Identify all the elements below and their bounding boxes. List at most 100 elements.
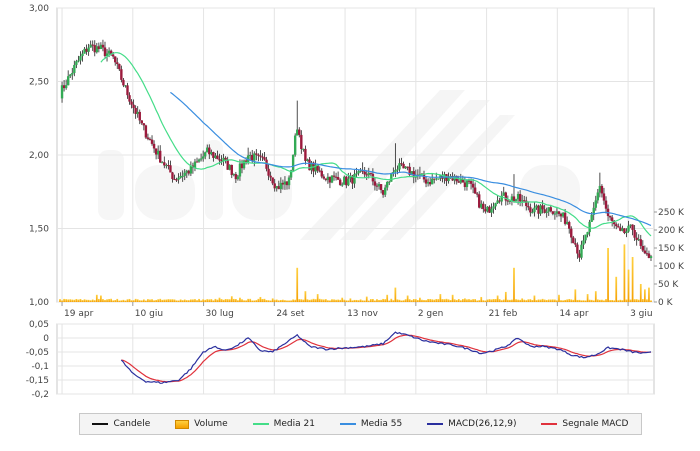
candle-body — [447, 177, 450, 182]
volume-bar — [97, 298, 100, 302]
candle-body — [518, 194, 522, 202]
candle-body — [602, 193, 606, 201]
volume-bar — [234, 299, 237, 302]
volume-bar — [384, 299, 387, 302]
volume-bar — [509, 299, 511, 302]
candle-body — [77, 60, 80, 62]
candle-body — [463, 182, 467, 188]
candle-body — [259, 155, 262, 157]
candle-body — [373, 181, 377, 186]
candle-body — [322, 176, 326, 179]
candle-body — [641, 245, 645, 251]
candle-body — [520, 200, 524, 202]
volume-bar — [181, 300, 184, 302]
volume-bar — [643, 289, 646, 302]
candle-body — [159, 150, 162, 163]
candle-body — [60, 85, 64, 99]
volume-bar — [187, 300, 190, 302]
volume-bar — [167, 299, 170, 302]
volume-bar — [251, 300, 254, 302]
volume-bar — [134, 298, 137, 302]
candle-body — [480, 203, 483, 208]
candle-body — [435, 178, 438, 180]
candle-body — [253, 153, 256, 161]
candle-body — [140, 120, 143, 124]
volume-bar — [290, 300, 292, 302]
volume-bar — [398, 299, 401, 302]
volume-bar — [343, 299, 346, 302]
candle-body — [101, 44, 105, 48]
candle-body — [545, 211, 548, 213]
candle-body — [482, 203, 485, 210]
candle-body — [296, 129, 299, 136]
volume-bar — [89, 300, 92, 302]
volume-bar — [124, 300, 127, 302]
volume-bar — [590, 299, 593, 302]
candle-body — [508, 200, 512, 202]
volume-bar — [558, 294, 560, 302]
candle-body — [555, 211, 559, 214]
volume-axis: 250 K 200 K 150 K 100 K 50 K 0 K — [654, 208, 685, 308]
candle-body — [93, 45, 96, 53]
volume-bar — [304, 291, 307, 302]
volume-bar — [263, 298, 266, 302]
volume-bar — [517, 299, 519, 302]
candle-body — [320, 170, 323, 177]
candle-body — [471, 183, 475, 188]
candle-body — [210, 152, 213, 155]
volume-bar — [275, 299, 278, 302]
volume-bar — [394, 287, 397, 302]
candle-body — [275, 186, 278, 189]
volume-bar — [562, 300, 564, 302]
volume-bar — [192, 299, 194, 302]
volume-bar — [521, 298, 524, 302]
volume-bar — [359, 299, 362, 302]
candle-body — [226, 159, 229, 170]
volume-bar — [83, 299, 86, 302]
volume-bar — [165, 299, 168, 302]
volume-bar — [554, 299, 556, 302]
candle-body — [318, 170, 321, 172]
volume-bar — [549, 299, 552, 302]
candle-body — [132, 104, 135, 108]
candle-body — [580, 244, 583, 258]
volume-bar — [224, 299, 227, 302]
volume-tick-label: 150 K — [658, 244, 685, 254]
volume-bar — [145, 300, 147, 302]
volume-bar — [245, 300, 247, 302]
candle-body — [152, 143, 156, 149]
candle-body — [248, 154, 252, 156]
candle-body — [218, 159, 221, 161]
volume-bar — [621, 300, 624, 302]
candle-body — [99, 44, 103, 50]
volume-bar — [425, 300, 427, 302]
candle-body — [150, 139, 154, 144]
legend-label: Media 21 — [273, 419, 315, 429]
volume-bar — [607, 248, 609, 302]
volume-bar — [648, 287, 650, 302]
volume-bar — [603, 300, 605, 302]
volume-bar — [71, 299, 74, 302]
legend-swatch — [175, 419, 190, 429]
macd-tick-label: -0,2 — [31, 390, 49, 400]
candle-body — [355, 173, 358, 175]
candle-body — [300, 134, 303, 150]
volume-bar — [210, 299, 213, 302]
volume-bar — [322, 299, 325, 302]
volume-bar — [183, 299, 186, 302]
candle-body — [304, 148, 307, 161]
volume-bar — [136, 299, 139, 302]
volume-bar — [345, 300, 348, 302]
volume-bar — [369, 299, 372, 302]
volume-bar — [414, 299, 417, 302]
volume-bar — [404, 299, 407, 302]
volume-bar — [480, 296, 483, 302]
candle-body — [363, 171, 366, 175]
volume-bar — [341, 297, 344, 302]
candle-body — [559, 213, 563, 217]
volume-bar — [619, 299, 622, 302]
volume-bar — [65, 299, 68, 302]
candle-body — [604, 200, 608, 209]
volume-bar — [243, 300, 245, 302]
candle-body — [302, 148, 305, 150]
